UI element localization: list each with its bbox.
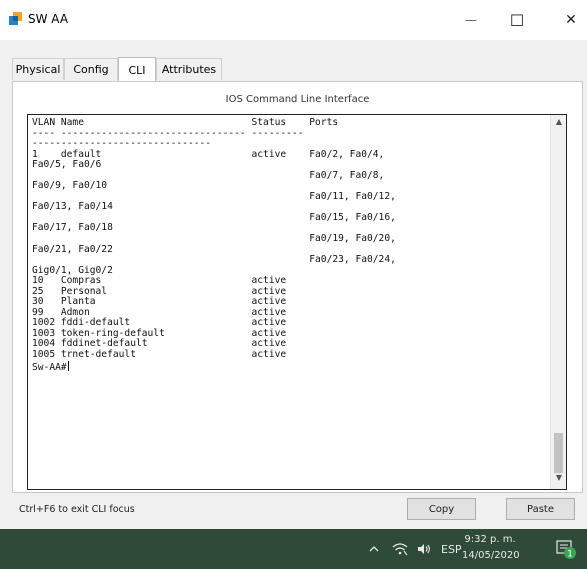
minimize-icon: — <box>465 13 477 27</box>
terminal-line: 1003 token-ring-default active <box>32 327 287 339</box>
input-language[interactable]: ESP <box>441 529 462 569</box>
notifications-icon: 1 <box>556 540 576 560</box>
cli-focus-hint: Ctrl+F6 to exit CLI focus <box>19 504 135 515</box>
text-cursor <box>67 360 69 371</box>
tab-physical[interactable]: Physical <box>12 58 64 80</box>
minimize-button[interactable]: — <box>448 0 494 40</box>
terminal-line: Fa0/11, Fa0/12, <box>309 190 396 202</box>
terminal-line: ---- -------------------------------- --… <box>32 127 304 139</box>
network-icon[interactable] <box>392 529 408 569</box>
clock-date: 14/05/2020 <box>462 550 520 561</box>
close-button[interactable]: ✕ <box>548 0 587 40</box>
terminal-output: VLAN Name Status Ports ---- ------------… <box>32 117 542 373</box>
packet-tracer-app-icon <box>9 12 22 25</box>
terminal-scrollbar[interactable]: ▲ ▼ <box>550 115 566 489</box>
clock-time: 9:32 p. m. <box>464 534 516 545</box>
show-hidden-icons-icon[interactable] <box>368 529 380 569</box>
terminal-line: 30 Planta active <box>32 296 287 308</box>
terminal-line: Fa0/17, Fa0/18 <box>32 222 113 234</box>
terminal-line: 99 Admon active <box>32 306 287 318</box>
terminal-line: Fa0/13, Fa0/14 <box>32 201 113 213</box>
cli-terminal[interactable]: VLAN Name Status Ports ---- ------------… <box>27 114 567 490</box>
terminal-line: Fa0/7, Fa0/8, <box>309 169 385 181</box>
copy-button[interactable]: Copy <box>407 498 476 520</box>
terminal-line: Fa0/5, Fa0/6 <box>32 159 102 171</box>
tab-attributes[interactable]: Attributes <box>156 58 222 80</box>
cli-panel-title: IOS Command Line Interface <box>225 94 370 105</box>
window-title: SW AA <box>28 12 69 26</box>
notification-count: 1 <box>567 550 573 560</box>
terminal-line: Fa0/19, Fa0/20, <box>309 233 396 245</box>
terminal-line: 10 Compras active <box>32 275 287 287</box>
scroll-up-icon[interactable]: ▲ <box>551 117 566 131</box>
terminal-line: 1002 fddi-default active <box>32 317 287 329</box>
scrollbar-thumb[interactable] <box>554 433 563 473</box>
terminal-line: Fa0/9, Fa0/10 <box>32 180 108 192</box>
system-clock[interactable]: 9:32 p. m. 14/05/2020 <box>462 532 520 564</box>
terminal-line: Fa0/23, Fa0/24, <box>309 254 396 266</box>
tab-cli[interactable]: CLI <box>118 57 156 82</box>
action-center-button[interactable]: 1 <box>555 529 577 569</box>
maximize-button[interactable]: ☐ <box>494 0 540 40</box>
tab-config[interactable]: Config <box>64 58 118 80</box>
terminal-line: 1 default active Fa0/2, Fa0/4, <box>32 148 385 160</box>
terminal-line: 25 Personal active <box>32 285 287 297</box>
terminal-line: ------------------------------- <box>32 138 212 150</box>
terminal-line: 1005 trnet-default active <box>32 349 287 361</box>
terminal-line: VLAN Name Status Ports <box>32 117 339 128</box>
terminal-line: 1004 fddinet-default active <box>32 338 287 350</box>
terminal-prompt: Sw-AA# <box>32 361 67 373</box>
volume-icon[interactable] <box>416 529 432 569</box>
close-icon: ✕ <box>565 12 577 28</box>
terminal-line: Fa0/15, Fa0/16, <box>309 211 396 223</box>
paste-button[interactable]: Paste <box>506 498 575 520</box>
scroll-down-icon[interactable]: ▼ <box>551 473 566 487</box>
terminal-line: Fa0/21, Fa0/22 <box>32 243 113 255</box>
title-bar: SW AA — ☐ ✕ <box>0 0 587 40</box>
terminal-line: Gig0/1, Gig0/2 <box>32 264 113 276</box>
terminal-lines: VLAN Name Status Ports ---- ------------… <box>32 117 396 360</box>
maximize-icon: ☐ <box>509 10 525 30</box>
taskbar: ESP 9:32 p. m. 14/05/2020 1 <box>0 529 587 569</box>
